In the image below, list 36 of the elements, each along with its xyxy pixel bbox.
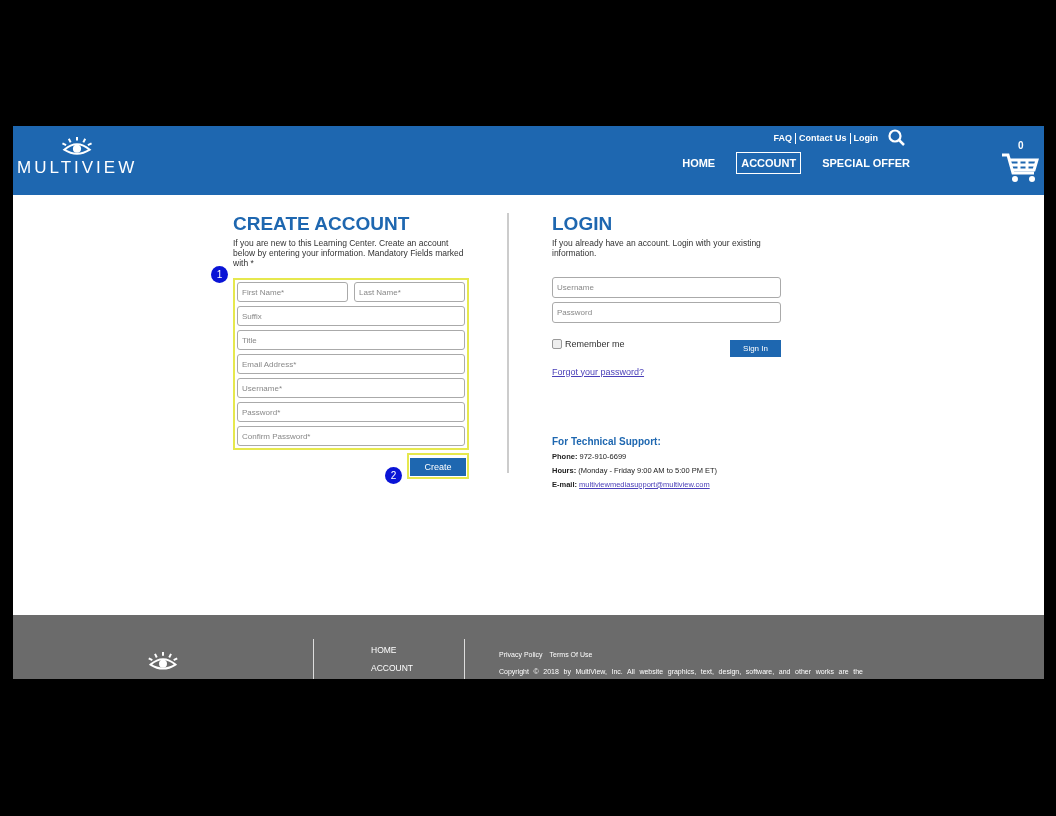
forgot-password-link[interactable]: Forgot your password? bbox=[552, 366, 645, 377]
sign-in-button[interactable]: Sign In bbox=[730, 339, 781, 357]
remember-label: Remember me bbox=[565, 339, 625, 350]
top-link[interactable]: Contact Us bbox=[799, 133, 847, 143]
cart-icon[interactable] bbox=[1001, 152, 1039, 184]
login-heading: LOGIN bbox=[552, 213, 614, 235]
create-account-heading: CREATE ACCOUNT bbox=[233, 213, 411, 235]
input-field[interactable]: Password bbox=[552, 301, 781, 323]
support-heading: For Technical Support: bbox=[552, 435, 662, 447]
top-link[interactable]: Login bbox=[853, 133, 878, 143]
input-field[interactable]: Suffix bbox=[237, 306, 465, 327]
cart-count: 0 bbox=[1018, 140, 1024, 151]
eye-logo-icon bbox=[147, 651, 179, 671]
eye-logo-icon bbox=[60, 136, 95, 156]
step-badge: 1 bbox=[211, 266, 228, 284]
input-field[interactable]: Username bbox=[552, 276, 781, 298]
create-button[interactable]: Create bbox=[410, 458, 466, 477]
login-intro: If you already have an account. Login with your existing information. bbox=[552, 239, 762, 259]
create-account-intro: If you are new to this Learning Center. Create an account below by entering your information. Mandatory Fields marked with * bbox=[233, 239, 465, 269]
input-field[interactable]: Email Address* bbox=[237, 354, 465, 375]
name-field[interactable]: Last Name* bbox=[354, 282, 465, 303]
remember-checkbox[interactable] bbox=[552, 339, 562, 350]
input-field[interactable]: Username* bbox=[237, 378, 465, 399]
nav-tab[interactable]: ACCOUNT bbox=[736, 152, 802, 174]
nav-tab[interactable]: HOME bbox=[677, 152, 721, 174]
name-field[interactable]: First Name* bbox=[237, 282, 348, 303]
nav-tab[interactable]: SPECIAL OFFER bbox=[817, 152, 915, 174]
input-field[interactable]: Title bbox=[237, 330, 465, 351]
top-link[interactable]: FAQ bbox=[773, 133, 792, 143]
input-field[interactable]: Password* bbox=[237, 402, 465, 423]
footer-link[interactable]: ACCOUNT bbox=[371, 663, 464, 673]
footer-link[interactable]: HOME bbox=[371, 645, 464, 655]
search-icon[interactable] bbox=[887, 128, 907, 148]
logo-text[interactable]: MULTIVIEW bbox=[17, 158, 138, 178]
input-field[interactable]: Confirm Password* bbox=[237, 426, 465, 447]
step-badge: 2 bbox=[385, 467, 402, 485]
